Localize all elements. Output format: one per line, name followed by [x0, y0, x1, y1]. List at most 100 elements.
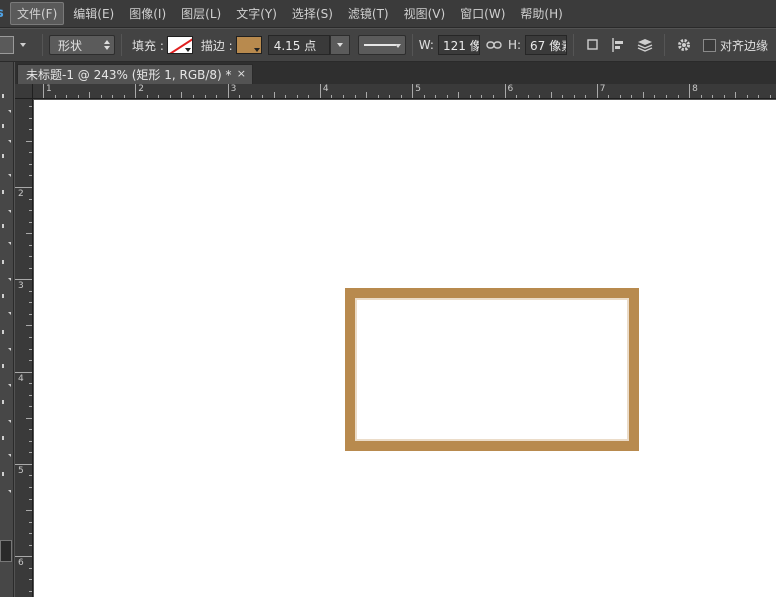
tool-flyout-icon [8, 174, 11, 177]
ruler-label: 1 [46, 84, 52, 94]
menu-window[interactable]: 窗口(W) [454, 3, 511, 24]
menu-image[interactable]: 图像(I) [123, 3, 172, 24]
width-field[interactable]: 121 像素 [437, 35, 480, 55]
divider [664, 34, 666, 56]
vertical-ruler[interactable]: 2 3 4 5 6 [15, 99, 33, 597]
tool-icon[interactable] [2, 190, 10, 194]
path-operations-icon[interactable] [582, 34, 604, 56]
ruler-label: 4 [18, 373, 24, 384]
ruler-tick [29, 210, 32, 212]
ruler-tick [400, 95, 402, 98]
menu-edit[interactable]: 编辑(E) [67, 3, 120, 24]
height-field[interactable]: 67 像素 [525, 35, 568, 55]
menu-layer[interactable]: 图层(L) [175, 3, 227, 24]
photoshop-logo: s [0, 6, 10, 21]
ruler-tick [216, 95, 218, 98]
mode-select[interactable]: 形状 [49, 35, 115, 55]
divider [121, 34, 122, 56]
path-arrangement-icon[interactable] [634, 34, 656, 56]
options-bar: 形状 填充 : 描边 : 4.15 点 W: 121 像素 H: 67 像素 对… [0, 29, 776, 62]
tool-icon[interactable] [2, 472, 10, 476]
ruler-tick [29, 313, 32, 315]
ruler-tick [29, 256, 32, 258]
ruler-tick [15, 279, 32, 281]
ruler-tick [458, 92, 460, 98]
ruler-tick [354, 95, 356, 98]
tool-preset-picker[interactable] [0, 36, 14, 54]
ruler-tick [366, 92, 368, 98]
tool-icon[interactable] [2, 436, 10, 440]
ruler-tick [504, 84, 506, 98]
ruler-tick [746, 95, 748, 98]
ruler-tick [26, 140, 32, 142]
divider [42, 34, 43, 56]
horizontal-ruler[interactable]: 1 2 3 4 5 6 7 8 [33, 84, 776, 99]
menu-help[interactable]: 帮助(H) [514, 3, 568, 24]
stroke-width-field[interactable]: 4.15 点 [267, 35, 330, 55]
stroke-type-select[interactable] [357, 35, 406, 55]
ruler-tick [29, 221, 32, 223]
rectangle-inner-edge [355, 298, 629, 441]
ruler-tick [608, 95, 610, 98]
ruler-tick [43, 84, 44, 98]
stroke-color-swatch[interactable] [235, 36, 262, 54]
menu-filter[interactable]: 滤镜(T) [342, 3, 395, 24]
stroke-width-dropdown[interactable] [329, 35, 350, 55]
ruler-tick [66, 95, 68, 98]
ruler-tick [29, 336, 32, 338]
fill-swatch-none[interactable] [166, 36, 193, 54]
menu-select[interactable]: 选择(S) [286, 3, 339, 24]
ruler-tick [135, 84, 137, 98]
ruler-origin[interactable] [15, 84, 33, 99]
tool-icon[interactable] [2, 364, 10, 368]
swatch-arrow-icon [184, 48, 191, 52]
ruler-tick [181, 92, 183, 98]
tool-icon[interactable] [2, 224, 10, 228]
menu-view[interactable]: 视图(V) [398, 3, 452, 24]
tool-icon[interactable] [2, 294, 10, 298]
tool-preset-arrow-icon[interactable] [20, 43, 26, 47]
align-edges-checkbox[interactable] [703, 38, 717, 52]
tool-icon[interactable] [2, 400, 10, 404]
ruler-label: 3 [18, 281, 24, 292]
ruler-tick [250, 95, 252, 98]
gear-icon[interactable] [673, 34, 695, 56]
tool-icon[interactable] [2, 330, 10, 334]
tool-flyout-icon [8, 210, 11, 213]
ruler-label: 6 [18, 558, 24, 569]
tool-icon[interactable] [2, 260, 10, 264]
close-icon[interactable]: × [237, 67, 246, 80]
path-alignment-icon[interactable] [608, 34, 630, 56]
tool-icon[interactable] [2, 154, 10, 158]
tool-icon[interactable] [2, 124, 10, 128]
menu-bar: s 文件(F) 编辑(E) 图像(I) 图层(L) 文字(Y) 选择(S) 滤镜… [0, 0, 776, 28]
ruler-tick [296, 95, 298, 98]
ruler-tick [29, 290, 32, 292]
menu-type[interactable]: 文字(Y) [230, 3, 283, 24]
ruler-tick [516, 95, 518, 98]
tool-flyout-icon [8, 348, 11, 351]
ruler-tick [342, 95, 344, 98]
width-label: W: [418, 38, 434, 52]
document-tab[interactable]: 未标题-1 @ 243% (矩形 1, RGB/8) * × [17, 64, 253, 84]
document-tab-bar: 未标题-1 @ 243% (矩形 1, RGB/8) * × [15, 62, 776, 84]
ruler-tick [735, 92, 737, 98]
ruler-tick [29, 129, 32, 131]
menu-file[interactable]: 文件(F) [10, 2, 65, 25]
divider [573, 34, 575, 56]
ruler-tick [29, 452, 32, 454]
document-canvas[interactable] [34, 100, 776, 597]
mode-value: 形状 [58, 38, 83, 53]
shape-tool-selected[interactable] [0, 540, 12, 562]
ruler-tick [29, 360, 32, 362]
ruler-tick [29, 163, 32, 165]
ruler-tick [585, 95, 587, 98]
swatch-arrow-icon [253, 48, 260, 52]
rectangle-shape-layer[interactable] [345, 288, 639, 451]
tool-icon[interactable] [2, 94, 10, 98]
ruler-tick [29, 175, 32, 177]
tool-flyout-icon [8, 110, 11, 113]
ruler-tick [29, 152, 32, 154]
ruler-tick [723, 95, 725, 98]
link-icon[interactable] [482, 34, 506, 56]
